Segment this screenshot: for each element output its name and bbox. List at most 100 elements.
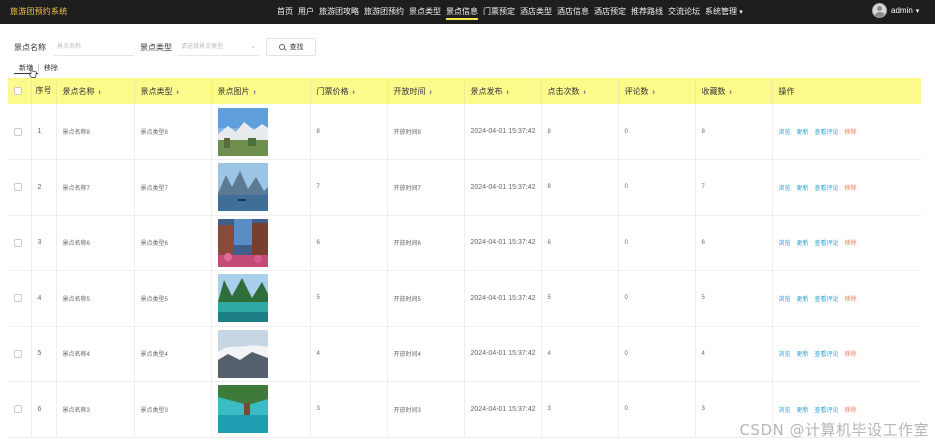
view-button[interactable]: 浏览 xyxy=(779,405,791,414)
delete-button[interactable]: 移除 xyxy=(845,405,857,414)
header-comments[interactable]: 评论数 ⬍ xyxy=(618,78,696,104)
header-index-label: 序号 xyxy=(35,86,52,95)
row-clicks: 8 xyxy=(541,159,619,216)
view-comments-button[interactable]: 查看评论 xyxy=(815,238,839,247)
header-clicks[interactable]: 点击次数 ⬍ xyxy=(541,78,619,104)
nav-item-users[interactable]: 用户 xyxy=(298,0,314,24)
nav-item-home[interactable]: 首页 xyxy=(277,0,293,24)
row-spot-name: 景点名称5 xyxy=(56,270,135,327)
row-comments: 0 xyxy=(618,104,696,160)
search-bar: 景点名称 景点类型 ⌄ 查找 xyxy=(14,38,414,56)
row-spot-type: 景点类型4 xyxy=(134,326,212,382)
header-open-time[interactable]: 开放时间 ⬍ xyxy=(387,78,465,104)
view-button[interactable]: 浏览 xyxy=(779,127,791,136)
header-spot-image[interactable]: 景点图片 ⬍ xyxy=(211,78,311,104)
sort-icon: ⬍ xyxy=(582,89,587,96)
row-clicks: 4 xyxy=(541,326,619,382)
view-comments-button[interactable]: 查看评论 xyxy=(815,405,839,414)
view-comments-button[interactable]: 查看评论 xyxy=(815,183,839,192)
edit-button[interactable]: 更新 xyxy=(797,127,809,136)
row-published-date: 2024-04-01 15:37:42 xyxy=(470,239,536,247)
delete-button[interactable]: 移除 xyxy=(845,294,857,303)
edit-button[interactable]: 更新 xyxy=(797,183,809,192)
view-comments-button[interactable]: 查看评论 xyxy=(815,294,839,303)
edit-button[interactable]: 更新 xyxy=(797,405,809,414)
table-row: 5 景点名称4 景点类型4 4 开放时间4 2024-04-01 15:37:4… xyxy=(8,326,921,382)
spot-image[interactable] xyxy=(217,218,268,267)
spot-type-label: 景点类型 xyxy=(140,43,172,52)
nav-item-hotel-type[interactable]: 酒店类型 xyxy=(520,0,552,24)
header-ticket-price[interactable]: 门票价格 ⬍ xyxy=(310,78,388,104)
spot-name-input[interactable] xyxy=(54,38,134,56)
nav-item-ticket-booking[interactable]: 门票预定 xyxy=(483,0,515,24)
nav-item-spot-info[interactable]: 景点信息 xyxy=(446,0,478,24)
nav-item-routes[interactable]: 推荐路线 xyxy=(631,0,663,24)
user-menu[interactable]: admin ▾ xyxy=(872,3,919,18)
row-spot-name: 景点名称7 xyxy=(56,159,135,216)
sort-icon: ⬍ xyxy=(175,89,180,96)
top-navbar: 旅游团预约系统 首页 用户 旅游团攻略 旅游团预约 景点类型 景点信息 门票预定… xyxy=(0,0,935,24)
spot-image[interactable] xyxy=(217,163,268,212)
row-spot-name: 景点名称4 xyxy=(56,326,135,382)
delete-button[interactable]: 移除 xyxy=(845,238,857,247)
row-checkbox[interactable] xyxy=(14,127,22,136)
row-ticket-price: 7 xyxy=(310,159,388,216)
header-actions-label: 操作 xyxy=(778,86,795,96)
row-checkbox[interactable] xyxy=(14,294,22,303)
nav-item-system[interactable]: 系统管理 ▾ xyxy=(705,0,743,24)
edit-button[interactable]: 更新 xyxy=(797,349,809,358)
header-published[interactable]: 景点发布 ⬍ xyxy=(464,78,542,104)
header-favorites[interactable]: 收藏数 ⬍ xyxy=(695,78,773,104)
spot-type-select[interactable] xyxy=(178,38,259,56)
row-checkbox[interactable] xyxy=(14,238,22,247)
nav-item-hotel-info[interactable]: 酒店信息 xyxy=(557,0,589,24)
avatar xyxy=(872,3,887,18)
view-comments-button[interactable]: 查看评论 xyxy=(815,127,839,136)
header-spot-name[interactable]: 景点名称 ⬍ xyxy=(56,78,135,104)
row-clicks: 8 xyxy=(541,104,619,160)
row-checkbox[interactable] xyxy=(14,405,22,414)
row-published-date: 2024-04-01 15:37:42 xyxy=(470,405,536,413)
select-all-checkbox[interactable] xyxy=(14,87,22,96)
row-ticket-price: 5 xyxy=(310,270,388,327)
row-actions-cell: 浏览 更新 查看评论 移除 xyxy=(772,159,921,216)
delete-button[interactable]: 移除 xyxy=(845,183,857,192)
header-spot-type[interactable]: 景点类型 ⬍ xyxy=(134,78,212,104)
row-spot-type: 景点类型8 xyxy=(134,104,212,160)
edit-button[interactable]: 更新 xyxy=(797,294,809,303)
row-checkbox[interactable] xyxy=(14,183,22,192)
nav-item-spot-type[interactable]: 景点类型 xyxy=(409,0,441,24)
table-row: 2 景点名称7 景点类型7 7 开放时间7 2024-04-01 15:37:4… xyxy=(8,159,921,216)
row-checkbox[interactable] xyxy=(14,349,22,358)
spot-image[interactable] xyxy=(217,107,268,156)
header-actions: 操作 xyxy=(772,78,921,104)
spot-image[interactable] xyxy=(217,385,268,434)
edit-button[interactable]: 更新 xyxy=(797,238,809,247)
spot-image[interactable] xyxy=(217,329,268,378)
nav-item-forum[interactable]: 交流论坛 xyxy=(668,0,700,24)
delete-button[interactable]: 移除 xyxy=(845,349,857,358)
view-button[interactable]: 浏览 xyxy=(779,183,791,192)
view-button[interactable]: 浏览 xyxy=(779,294,791,303)
view-comments-button[interactable]: 查看评论 xyxy=(815,349,839,358)
row-favorites: 4 xyxy=(695,326,773,382)
remove-button[interactable]: 移除 xyxy=(39,63,63,73)
row-index: 4 xyxy=(31,270,57,327)
search-button[interactable]: 查找 xyxy=(266,38,316,56)
row-clicks: 3 xyxy=(541,381,619,438)
view-button[interactable]: 浏览 xyxy=(779,349,791,358)
row-ticket-price: 3 xyxy=(310,381,388,438)
nav-item-tour-booking[interactable]: 旅游团预约 xyxy=(364,0,404,24)
spot-image[interactable] xyxy=(217,274,268,323)
nav-item-hotel-booking[interactable]: 酒店预定 xyxy=(594,0,626,24)
row-favorites: 8 xyxy=(695,104,773,160)
row-comments: 0 xyxy=(618,326,696,382)
delete-button[interactable]: 移除 xyxy=(845,127,857,136)
table-row: 3 景点名称6 景点类型6 6 开放时间6 2024-04-01 15:37:4… xyxy=(8,215,921,271)
row-favorites: 7 xyxy=(695,159,773,216)
nav-item-tour-guide[interactable]: 旅游团攻略 xyxy=(319,0,359,24)
row-open-time: 开放时间7 xyxy=(387,159,465,216)
main-nav: 首页 用户 旅游团攻略 旅游团预约 景点类型 景点信息 门票预定 酒店类型 酒店… xyxy=(277,0,748,24)
row-spot-type: 景点类型6 xyxy=(134,215,212,271)
view-button[interactable]: 浏览 xyxy=(779,238,791,247)
